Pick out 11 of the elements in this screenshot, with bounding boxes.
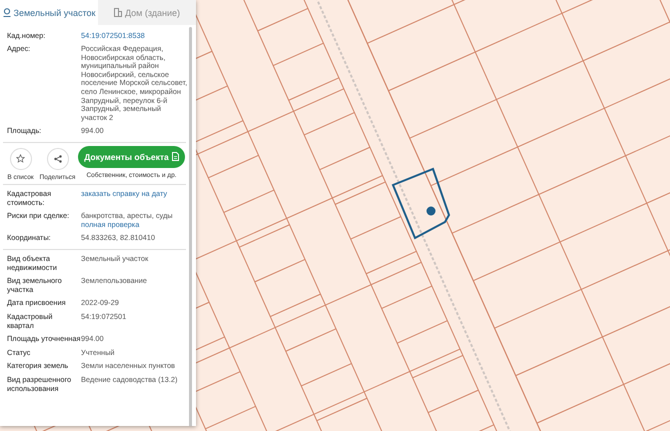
building-icon xyxy=(114,8,122,17)
document-icon xyxy=(172,152,179,162)
location-marker-icon xyxy=(426,206,436,216)
share-icon xyxy=(54,154,62,163)
favorite-button[interactable] xyxy=(10,148,32,170)
star-icon xyxy=(16,154,25,164)
documents-button[interactable]: Документы объекта xyxy=(78,146,185,168)
tab[interactable]: Земельный участок xyxy=(0,0,98,25)
parcel-outline[interactable] xyxy=(392,168,450,240)
pin-icon xyxy=(2,8,11,17)
share-button[interactable] xyxy=(46,148,68,170)
